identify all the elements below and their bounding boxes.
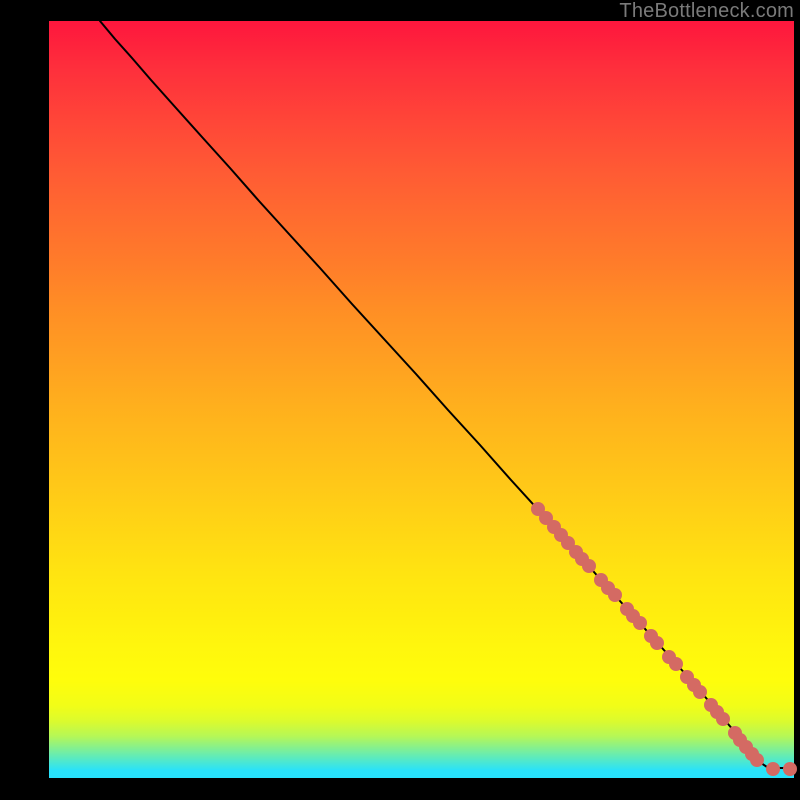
plot-gradient-background bbox=[49, 21, 794, 778]
watermark-text: TheBottleneck.com bbox=[619, 0, 794, 23]
chart-stage: TheBottleneck.com bbox=[0, 0, 800, 800]
